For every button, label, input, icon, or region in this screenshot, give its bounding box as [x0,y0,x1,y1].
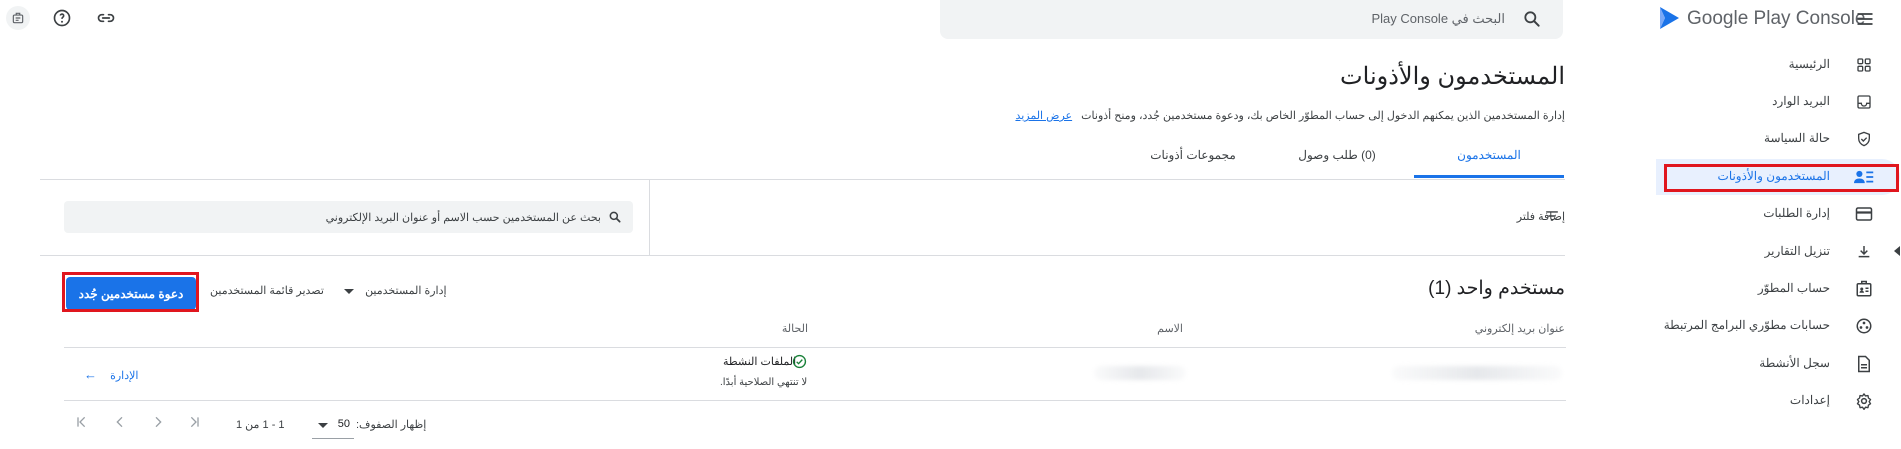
tabs-divider [40,179,1565,180]
column-header-email: عنوان بريد إلكتروني [1474,323,1565,335]
document-icon [1854,354,1874,374]
column-header-name: الاسم [1157,323,1183,335]
rows-per-page-label: إظهار الصفوف: [356,419,427,431]
linked-accounts-icon [1854,316,1874,336]
first-page-icon[interactable] [72,412,92,432]
export-users-button[interactable]: تصدير قائمة المستخدمين [210,284,324,297]
redacted-name [1094,366,1186,380]
sidebar-item-label: حساب المطوّر [1757,281,1830,295]
tab-active-indicator [1414,175,1564,178]
tab-label: (0) طلب وصول [1298,148,1376,162]
sidebar-item-download-reports[interactable]: تنزيل التقارير [1656,234,1900,270]
sidebar-item-settings[interactable]: إعدادات [1656,383,1900,419]
manage-link-label: الإدارة [110,370,139,382]
search-placeholder: البحث في Play Console [1371,11,1505,26]
sidebar-item-label: تنزيل التقارير [1764,244,1830,258]
play-console-logo-icon [1656,4,1682,32]
sidebar-item-inbox[interactable]: البريد الوارد [1656,84,1900,120]
page-range: 1 - 1 من 1 [236,419,285,431]
sidebar-item-home[interactable]: الرئيسية [1656,47,1900,83]
next-page-icon[interactable] [148,412,168,432]
id-card-icon [1854,279,1874,299]
credit-card-icon [1854,204,1874,224]
column-header-status: الحالة [781,323,808,335]
filter-divider-vertical [649,180,650,255]
help-icon[interactable] [50,6,74,30]
user-search-placeholder: بحث عن المستخدمين حسب الاسم أو عنوان الب… [325,212,601,224]
redacted-email [1392,366,1562,380]
search-icon [607,209,623,225]
arrow-left-icon: ← [84,367,97,382]
expand-arrow-icon[interactable] [1894,246,1900,256]
sidebar-item-developer-account[interactable]: حساب المطوّر [1656,271,1900,307]
tab-label: المستخدمون [1457,148,1521,162]
manage-users-label: إدارة المستخدمين [365,285,447,297]
tab-access-requests[interactable]: (0) طلب وصول [1262,148,1412,162]
menu-icon[interactable] [1852,6,1878,32]
page-subtitle-text: إدارة المستخدمين الذين يمكنهم الدخول إلى… [1081,110,1565,122]
table-row-divider [64,400,1566,401]
dropdown-arrow-icon [344,288,354,294]
rows-per-page-value: 50 [337,418,350,430]
gear-icon [1854,391,1874,411]
learn-more-link[interactable]: عرض المزيد [1015,110,1072,122]
last-page-icon[interactable] [184,412,204,432]
rows-per-page-select[interactable]: 50 [312,412,354,439]
sidebar-item-label: البريد الوارد [1772,94,1830,108]
sidebar-item-linked-accounts[interactable]: حسابات مطوّري البرامج المرتبطة [1656,308,1900,344]
previous-page-icon[interactable] [110,412,130,432]
developer-badge-icon[interactable] [6,6,30,30]
filter-icon[interactable] [1544,208,1560,224]
check-circle-icon [791,353,807,369]
grid-icon [1854,55,1874,75]
highlight-box-invite [62,272,199,312]
sidebar-item-label: حسابات مطوّري البرامج المرتبطة [1663,318,1830,332]
sidebar-item-order-management[interactable]: إدارة الطلبات [1656,196,1900,232]
tab-permission-groups[interactable]: مجموعات أذونات [1118,148,1268,162]
sidebar-item-label: حالة السياسة [1764,131,1830,145]
console-search-bar[interactable]: البحث في Play Console [940,0,1563,39]
sidebar-item-label: الرئيسية [1788,57,1830,71]
manage-users-dropdown[interactable]: إدارة المستخدمين [344,284,447,297]
app-logo-text: Google Play Console [1687,8,1866,29]
download-icon [1854,242,1874,262]
sidebar-item-policy-status[interactable]: حالة السياسة [1656,121,1900,157]
sidebar-item-label: إعدادات [1789,393,1830,407]
status-label: الملفات النشطة [723,356,797,368]
search-icon[interactable] [1521,8,1543,30]
filter-divider [40,255,1565,256]
table-header-divider [64,347,1566,348]
tab-label: مجموعات أذونات [1150,148,1236,162]
dropdown-arrow-icon [318,423,328,428]
tab-users[interactable]: المستخدمون [1414,148,1564,178]
manage-user-link[interactable]: الإدارة ← [84,367,138,382]
status-text: الملفات النشطة [723,355,796,368]
inbox-icon [1854,92,1874,112]
sidebar-item-label: إدارة الطلبات [1763,206,1830,220]
page-subtitle: إدارة المستخدمين الذين يمكنهم الدخول إلى… [1015,109,1565,122]
link-icon[interactable] [94,6,118,30]
users-count-title: مستخدم واحد (1) [1428,278,1565,299]
user-search-input[interactable]: بحث عن المستخدمين حسب الاسم أو عنوان الب… [64,201,633,233]
status-subtext: لا تنتهي الصلاحية أبدًا. [720,377,808,388]
sidebar-item-activity-log[interactable]: سجل الأنشطة [1656,346,1900,382]
shield-icon [1854,129,1874,149]
sidebar-item-label: سجل الأنشطة [1759,356,1830,370]
page-title: المستخدمون والأذونات [1340,63,1565,90]
highlight-box-sidebar [1664,164,1899,192]
